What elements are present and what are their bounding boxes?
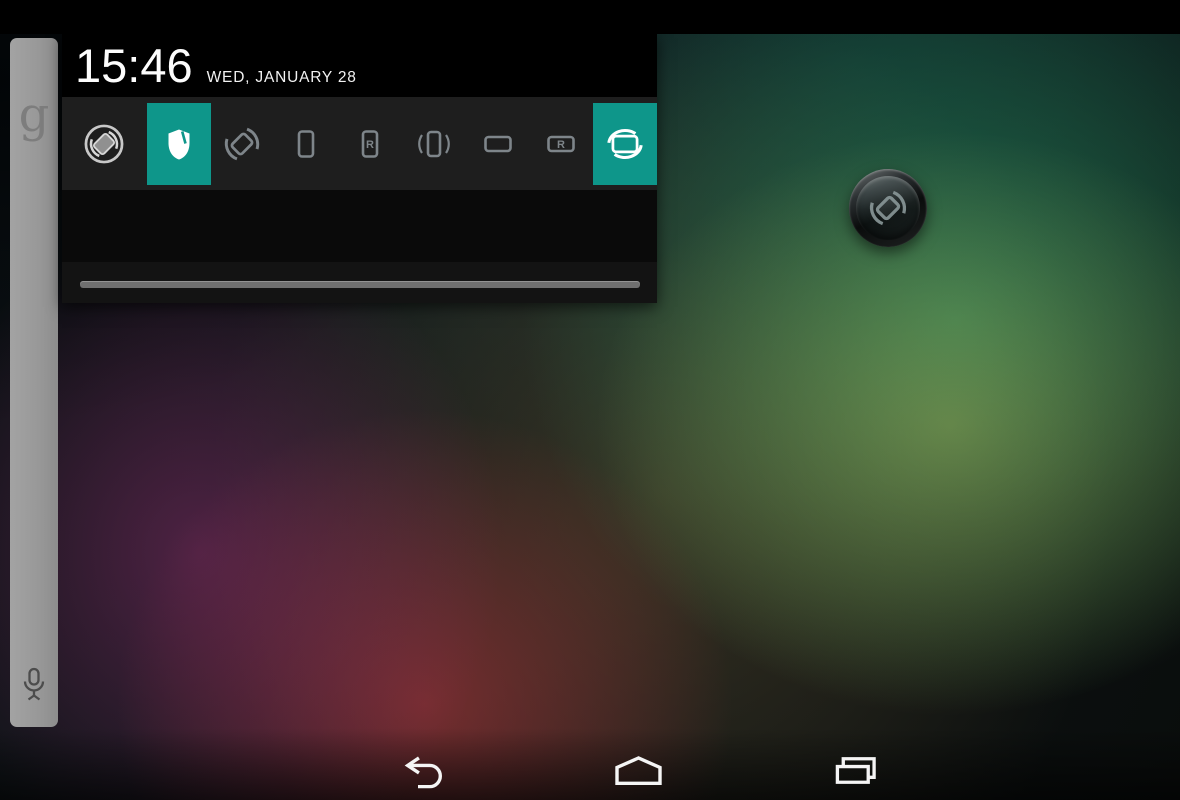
status-bar bbox=[0, 0, 1180, 34]
home-screen-wallpaper: g 15:46 WED, JANUARY 28 bbox=[0, 0, 1180, 800]
shield-icon bbox=[159, 124, 199, 164]
auto-rotate-icon bbox=[866, 186, 910, 230]
recents-icon bbox=[833, 755, 878, 785]
sensor-portrait-icon bbox=[414, 124, 454, 164]
reverse-letter: R bbox=[557, 139, 565, 151]
sensor-landscape-button[interactable] bbox=[593, 103, 657, 185]
clock-time: 15:46 bbox=[75, 34, 193, 97]
shade-drag-handle[interactable] bbox=[80, 281, 640, 288]
clock-date: WED, JANUARY 28 bbox=[207, 69, 357, 87]
home-icon bbox=[612, 755, 665, 785]
rotation-control-buttons: R R bbox=[62, 97, 657, 190]
reverse-landscape-icon: R bbox=[541, 124, 581, 164]
sensor-portrait-button[interactable] bbox=[402, 103, 466, 185]
landscape-button[interactable] bbox=[466, 103, 530, 185]
guard-lock-button[interactable] bbox=[147, 103, 211, 185]
sensor-landscape-icon bbox=[604, 123, 646, 165]
google-logo: g bbox=[10, 90, 58, 140]
portrait-icon bbox=[286, 124, 326, 164]
rotation-overlay-button-face bbox=[856, 176, 920, 240]
rotation-overlay-button[interactable] bbox=[849, 169, 927, 247]
shade-empty-area bbox=[62, 190, 657, 262]
portrait-button[interactable] bbox=[274, 103, 338, 185]
rotation-app-button[interactable] bbox=[62, 103, 147, 185]
auto-rotate-icon bbox=[221, 123, 263, 165]
google-search-widget[interactable]: g bbox=[10, 38, 58, 727]
reverse-portrait-icon: R bbox=[350, 124, 390, 164]
back-icon bbox=[403, 755, 448, 789]
auto-rotate-button[interactable] bbox=[211, 103, 275, 185]
microphone-icon bbox=[18, 667, 50, 705]
landscape-icon bbox=[478, 124, 518, 164]
shade-clock-row: 15:46 WED, JANUARY 28 bbox=[62, 34, 657, 97]
rotate-circle-icon bbox=[83, 123, 125, 165]
back-button[interactable] bbox=[403, 755, 448, 789]
reverse-landscape-button[interactable]: R bbox=[529, 103, 593, 185]
notification-shade: 15:46 WED, JANUARY 28 bbox=[62, 34, 657, 303]
voice-search-button[interactable] bbox=[18, 667, 50, 705]
reverse-portrait-button[interactable]: R bbox=[338, 103, 402, 185]
recents-button[interactable] bbox=[833, 755, 878, 785]
shade-handle-area bbox=[62, 262, 657, 303]
reverse-letter: R bbox=[366, 139, 374, 151]
home-button[interactable] bbox=[612, 755, 665, 785]
